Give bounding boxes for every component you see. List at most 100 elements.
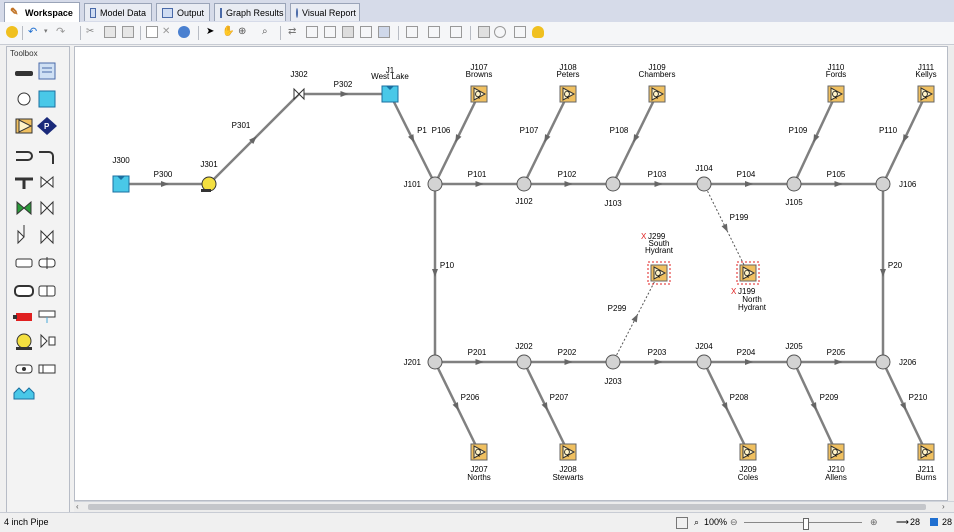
toolbar-separator	[470, 26, 471, 40]
pump-tool-icon[interactable]: P	[37, 117, 57, 135]
pan-icon[interactable]: ✋	[222, 26, 234, 38]
toolbar-separator	[140, 26, 141, 40]
horizontal-scrollbar[interactable]: ‹ ›	[74, 501, 954, 512]
screen-tool-icon[interactable]	[38, 285, 56, 297]
valve-icon	[298, 87, 305, 101]
pipe-label: P1	[417, 126, 427, 135]
paste-icon[interactable]	[122, 26, 134, 38]
valve-tool-icon[interactable]	[40, 175, 54, 189]
circle-icon[interactable]	[494, 26, 506, 38]
heat-exchanger-tool-icon[interactable]	[14, 285, 34, 297]
zoom-level[interactable]: 100%	[704, 517, 727, 527]
relief-tool-icon[interactable]	[38, 364, 56, 374]
junction-name-label: Fords	[826, 70, 846, 79]
branch-junction[interactable]	[786, 176, 802, 192]
branch-junction[interactable]	[875, 354, 891, 370]
help-icon[interactable]	[6, 26, 18, 38]
flow-arrow-icon	[834, 359, 843, 365]
distribute-icon[interactable]	[324, 26, 336, 38]
branch-junction[interactable]	[786, 354, 802, 370]
swap-icon[interactable]: ⇄	[288, 26, 300, 38]
lightbulb-icon[interactable]	[532, 26, 544, 38]
branch-junction[interactable]	[605, 176, 621, 192]
tab-workspace[interactable]: ✎ Workspace	[4, 2, 80, 22]
tab-label: Model Data	[99, 7, 146, 18]
junction-name-label: Hydrant	[645, 246, 674, 255]
junction-name-label: Hydrant	[738, 303, 767, 312]
scroll-right-icon[interactable]: ›	[942, 502, 945, 512]
status-selection-text: 4 inch Pipe	[4, 517, 49, 527]
branch-junction[interactable]	[605, 354, 621, 370]
flow-arrow-icon	[721, 402, 728, 411]
check-valve-tool-icon[interactable]	[40, 200, 54, 216]
zoom-out-icon[interactable]: ⊖	[730, 517, 738, 528]
tab-output[interactable]: Output	[156, 3, 210, 21]
area-change-tool-icon[interactable]	[38, 257, 56, 269]
pipe-tool-icon[interactable]	[15, 71, 33, 76]
centrifugal-pump-tool-icon[interactable]	[16, 333, 32, 350]
pipe-label: P199	[730, 213, 749, 222]
flip-vertical-icon[interactable]	[450, 26, 462, 38]
annotate-icon[interactable]	[378, 26, 390, 38]
vertical-scrollbar[interactable]	[948, 46, 954, 501]
cut-icon[interactable]: ✂	[86, 26, 98, 38]
tab-bar: ✎ Workspace Model Data Output Graph Resu…	[0, 0, 954, 23]
branch-junction[interactable]	[696, 354, 712, 370]
layer-icon[interactable]	[360, 26, 372, 38]
tab-model-data[interactable]: Model Data	[84, 3, 152, 21]
reservoir-tool-icon[interactable]	[38, 90, 56, 108]
find-icon[interactable]: ⌕	[262, 26, 274, 38]
select-all-icon[interactable]	[146, 26, 158, 38]
branch-junction[interactable]	[427, 176, 443, 192]
fit-view-icon[interactable]	[676, 517, 688, 529]
branch-junction[interactable]	[427, 354, 443, 370]
spray-tool-icon[interactable]	[40, 229, 54, 245]
branch-tool-icon[interactable]	[17, 92, 31, 106]
bend-tool-icon[interactable]	[39, 151, 54, 164]
delete-icon[interactable]: ✕	[162, 26, 174, 38]
tee-tool-icon[interactable]	[15, 177, 33, 189]
annotation-tool-icon[interactable]	[38, 62, 56, 80]
junction-name-label: Coles	[738, 473, 758, 482]
copy-icon[interactable]	[104, 26, 116, 38]
undo-icon[interactable]: ↶	[28, 26, 40, 38]
zoom-slider-thumb[interactable]	[803, 518, 809, 530]
scroll-left-icon[interactable]: ‹	[76, 502, 79, 512]
report-icon[interactable]	[514, 26, 526, 38]
workspace-canvas[interactable]: P300 P301 P302 P1 P106 P101 P102 P103 P104 P105 P1…	[74, 46, 948, 501]
pipe-shape-icon[interactable]	[406, 26, 418, 38]
assigned-flow-tool-icon[interactable]	[15, 118, 33, 134]
list-icon[interactable]	[478, 26, 490, 38]
pointer-icon[interactable]: ➤	[206, 26, 218, 38]
relief-valve-tool-icon[interactable]	[17, 225, 25, 245]
orifice-tool-icon[interactable]	[38, 310, 56, 323]
dead-end-tool-icon[interactable]	[16, 151, 33, 161]
zoom-icon[interactable]: ⊕	[238, 26, 250, 38]
flow-arrow-icon	[544, 134, 551, 143]
tab-visual-report[interactable]: Visual Report	[290, 3, 360, 21]
table-icon	[162, 7, 173, 18]
junction-name-label: Stewarts	[552, 473, 583, 482]
branch-junction[interactable]	[875, 176, 891, 192]
flow-symbol: Q	[475, 90, 481, 99]
flip-horizontal-icon[interactable]	[428, 26, 440, 38]
branch-junction[interactable]	[696, 176, 712, 192]
dropdown-arrow-icon[interactable]: ▾	[44, 26, 56, 38]
volume-balance-tool-icon[interactable]	[15, 258, 33, 268]
branch-junction[interactable]	[516, 176, 532, 192]
redo-icon[interactable]: ↷	[56, 26, 68, 38]
spray-discharge-tool-icon[interactable]	[13, 387, 35, 400]
eye-icon	[296, 7, 298, 18]
pump-j301[interactable]	[201, 176, 217, 192]
positive-displacement-pump-tool-icon[interactable]	[13, 313, 32, 321]
jet-pump-tool-icon[interactable]	[15, 364, 33, 374]
zoom-in-icon[interactable]: ⊕	[870, 517, 878, 528]
align-icon[interactable]	[306, 26, 318, 38]
general-component-tool-icon[interactable]	[40, 333, 56, 349]
horizontal-scroll-thumb[interactable]	[88, 504, 926, 510]
control-valve-tool-icon[interactable]	[16, 200, 32, 216]
branch-junction[interactable]	[516, 354, 532, 370]
tab-graph-results[interactable]: Graph Results	[214, 3, 286, 21]
group-icon[interactable]	[342, 26, 354, 38]
globe-icon[interactable]	[178, 26, 190, 38]
